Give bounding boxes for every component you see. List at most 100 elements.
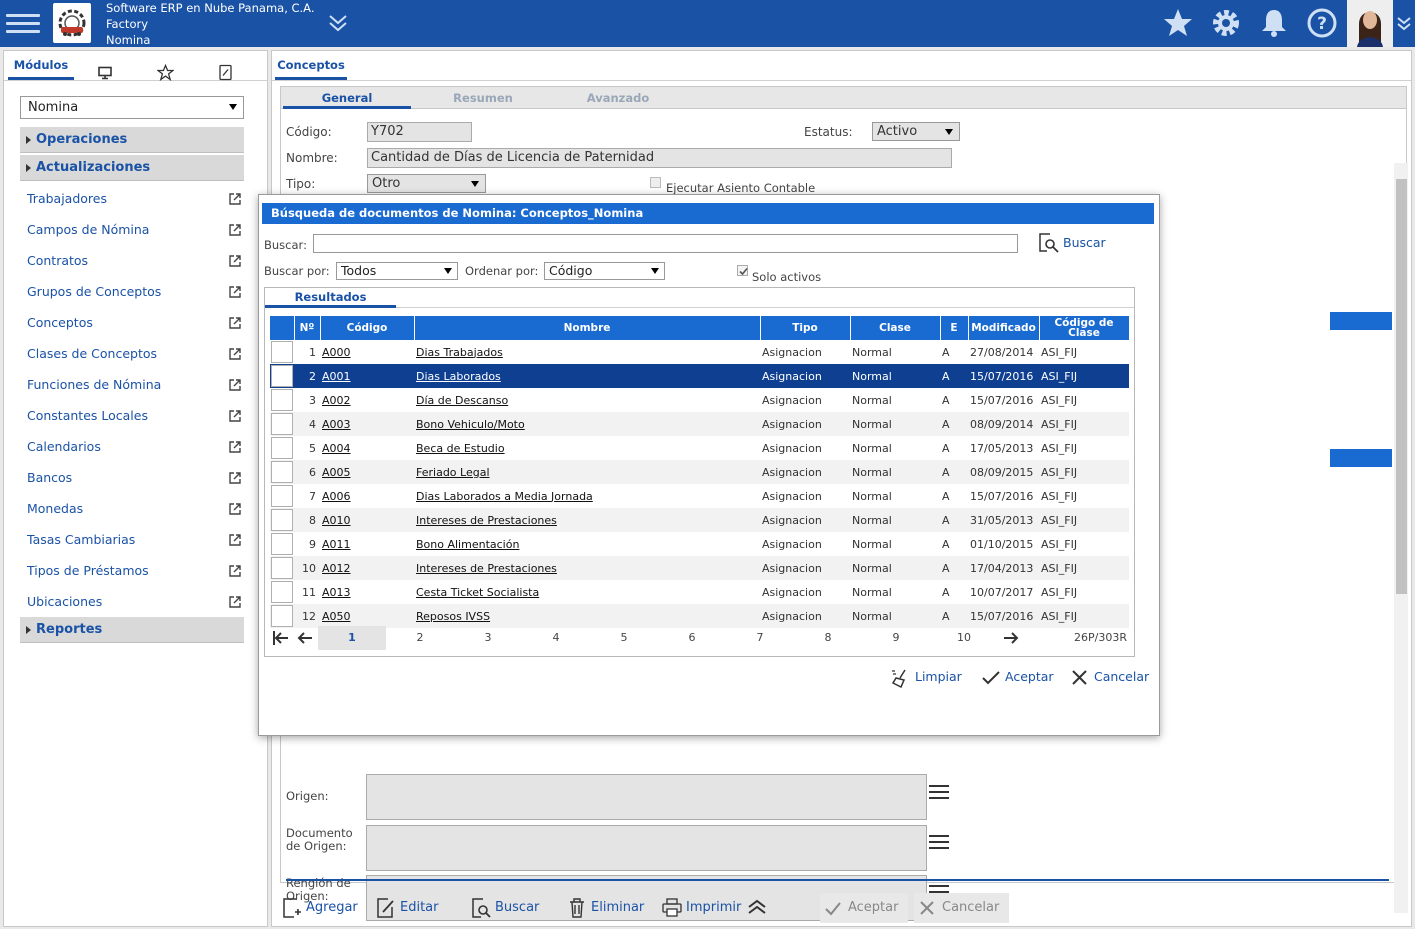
row-checkbox[interactable] [271,365,293,387]
sidebar-item-monedas[interactable]: Monedas [27,499,244,519]
module-select[interactable]: Nomina [20,96,244,119]
row-checkbox[interactable] [271,413,293,435]
external-link-icon[interactable] [228,440,242,454]
external-link-icon[interactable] [228,502,242,516]
col-estatus[interactable]: E [940,316,969,340]
editar-button[interactable]: Editar [376,893,439,923]
dialog-cancelar-button[interactable]: Cancelar [1070,665,1149,689]
external-link-icon[interactable] [228,347,242,361]
table-row[interactable]: 6 A005 Feriado Legal Asignacion Normal A 08/09… [270,460,1129,484]
col-nombre[interactable]: Nombre [414,316,761,340]
row-codigo-link[interactable]: A013 [322,586,351,599]
row-nombre-link[interactable]: Cesta Ticket Socialista [416,586,539,599]
row-codigo-link[interactable]: A012 [322,562,351,575]
row-checkbox[interactable] [271,581,293,603]
sidebar-item-campos-nomina[interactable]: Campos de Nómina [27,220,244,240]
row-nombre-link[interactable]: Bono Vehiculo/Moto [416,418,525,431]
external-link-icon[interactable] [228,192,242,206]
page-7[interactable]: 7 [726,626,794,650]
col-codigo-clase[interactable]: Código de Clase [1039,316,1130,340]
menu-icon[interactable] [6,9,40,37]
scrollbar-thumb[interactable] [1396,179,1407,594]
tab-resumen[interactable]: Resumen [431,87,535,109]
row-checkbox[interactable] [271,389,293,411]
nombre-field[interactable]: Cantidad de Días de Licencia de Paternid… [367,148,952,168]
row-nombre-link[interactable]: Reposos IVSS [416,610,490,623]
row-nombre-link[interactable]: Feriado Legal [416,466,490,479]
avatar[interactable] [1347,0,1393,47]
section-operaciones[interactable]: Operaciones [20,127,244,153]
tab-modulos[interactable]: Módulos [8,51,74,80]
double-chevron-down-icon[interactable] [327,12,349,34]
row-nombre-link[interactable]: Dias Laborados [416,370,501,383]
row-checkbox[interactable] [271,557,293,579]
col-modificado[interactable]: Modificado [968,316,1040,340]
imprimir-button[interactable]: Imprimir [662,893,741,923]
dialog-aceptar-button[interactable]: Aceptar [981,665,1054,689]
row-checkbox[interactable] [271,509,293,531]
row-codigo-link[interactable]: A005 [322,466,351,479]
external-link-icon[interactable] [228,223,242,237]
monitor-icon[interactable] [97,59,113,88]
section-reportes[interactable]: Reportes [20,617,244,643]
estatus-select[interactable]: Activo [872,122,960,141]
external-link-icon[interactable] [228,564,242,578]
row-checkbox[interactable] [271,437,293,459]
next-page-icon[interactable] [1002,630,1020,646]
table-row[interactable]: 5 A004 Beca de Estudio Asignacion Normal A 17/… [270,436,1129,460]
page-4[interactable]: 4 [522,626,590,650]
table-row[interactable]: 2 A001 Dias Laborados Asignacion Normal A 15/0… [270,364,1129,388]
double-chevron-down-icon[interactable] [1396,14,1412,34]
external-link-icon[interactable] [228,533,242,547]
row-codigo-link[interactable]: A011 [322,538,351,551]
col-codigo[interactable]: Código [320,316,415,340]
table-row[interactable]: 3 A002 Día de Descanso Asignacion Normal A 15/… [270,388,1129,412]
help-icon[interactable]: ? [1305,6,1339,40]
row-codigo-link[interactable]: A050 [322,610,351,623]
page-2[interactable]: 2 [386,626,454,650]
tab-resultados[interactable]: Resultados [265,288,396,308]
page-9[interactable]: 9 [862,626,930,650]
sidebar-item-constantes-locales[interactable]: Constantes Locales [27,406,244,426]
page-10[interactable]: 10 [930,626,998,650]
page-3[interactable]: 3 [454,626,522,650]
external-link-icon[interactable] [228,409,242,423]
table-row[interactable]: 11 A013 Cesta Ticket Socialista Asignacion N… [270,580,1129,604]
row-codigo-link[interactable]: A004 [322,442,351,455]
external-link-icon[interactable] [228,378,242,392]
sidebar-item-trabajadores[interactable]: Trabajadores [27,189,244,209]
origen-textarea[interactable] [366,774,927,820]
page-6[interactable]: 6 [658,626,726,650]
bell-icon[interactable] [1257,6,1291,40]
external-link-icon[interactable] [228,316,242,330]
row-nombre-link[interactable]: Dias Trabajados [416,346,503,359]
sidebar-item-grupos-conceptos[interactable]: Grupos de Conceptos [27,282,244,302]
external-link-icon[interactable] [228,285,242,299]
gear-icon[interactable] [1209,6,1243,40]
row-checkbox[interactable] [271,461,293,483]
row-nombre-link[interactable]: Día de Descanso [416,394,508,407]
row-codigo-link[interactable]: A002 [322,394,351,407]
col-clase[interactable]: Clase [850,316,941,340]
external-link-icon[interactable] [228,595,242,609]
row-codigo-link[interactable]: A010 [322,514,351,527]
star-icon[interactable] [1161,6,1195,40]
table-row[interactable]: 10 A012 Intereses de Prestaciones Asignacio… [270,556,1129,580]
tipo-select[interactable]: Otro [367,174,486,193]
asiento-checkbox[interactable] [650,177,661,188]
limpiar-button[interactable]: Limpiar [891,665,962,689]
table-row[interactable]: 9 A011 Bono Alimentación Asignacion Normal A 0… [270,532,1129,556]
sidebar-item-clases-conceptos[interactable]: Clases de Conceptos [27,344,244,364]
documento-origen-textarea[interactable] [366,825,927,871]
row-nombre-link[interactable]: Beca de Estudio [416,442,505,455]
eliminar-button[interactable]: Eliminar [567,893,644,923]
tab-conceptos[interactable]: Conceptos [275,51,347,80]
edit-document-icon[interactable] [218,58,234,87]
aceptar-button[interactable]: Aceptar [820,893,909,923]
sidebar-item-calendarios[interactable]: Calendarios [27,437,244,457]
row-codigo-link[interactable]: A001 [322,370,351,383]
ordenar-por-select[interactable]: Código [544,262,665,280]
sidebar-item-tasas-cambiarias[interactable]: Tasas Cambiarias [27,530,244,550]
section-actualizaciones[interactable]: Actualizaciones [20,155,244,181]
sidebar-item-tipos-prestamos[interactable]: Tipos de Préstamos [27,561,244,581]
